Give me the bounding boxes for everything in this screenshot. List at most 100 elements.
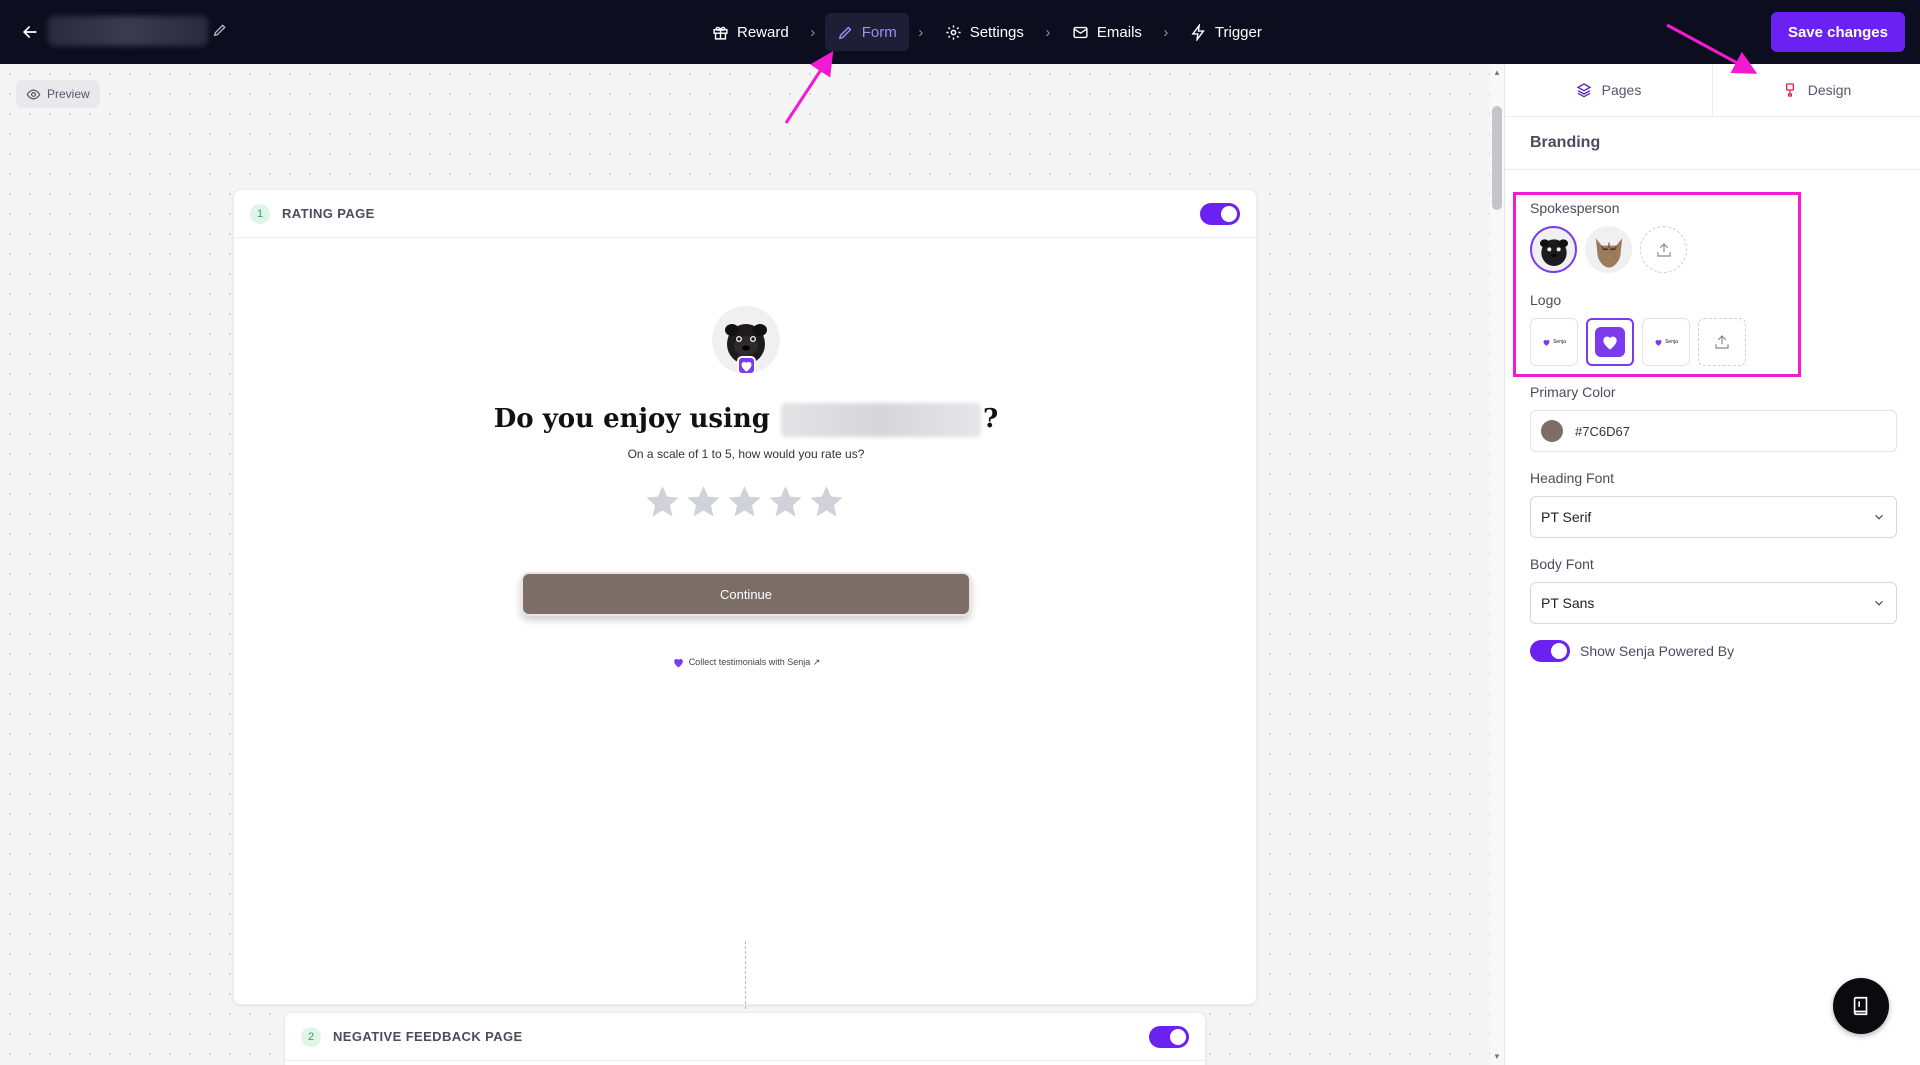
upload-logo-button[interactable]	[1698, 318, 1746, 366]
heading-font-select[interactable]: PT Serif	[1530, 496, 1897, 538]
collect-testimonials-link[interactable]: Collect testimonials with Senja ↗	[234, 656, 1258, 669]
step-form[interactable]: Form	[824, 13, 909, 51]
tab-design[interactable]: Design	[1712, 64, 1920, 116]
mail-icon	[1073, 26, 1088, 38]
collect-label: Collect testimonials with Senja ↗	[688, 657, 821, 667]
heart-logo-icon	[1595, 327, 1625, 357]
chevron-down-icon	[1875, 514, 1883, 520]
gear-icon	[946, 24, 961, 40]
star-icon-1[interactable]	[644, 483, 681, 520]
logo-option-2[interactable]	[1586, 318, 1634, 366]
spokesperson-cat[interactable]	[1585, 226, 1632, 273]
spokesperson-avatar	[712, 306, 780, 375]
design-panel: Pages Design Branding Spokesperson Logo …	[1504, 64, 1920, 1065]
chevron-right-icon: ›	[918, 23, 924, 41]
star-icon-2[interactable]	[685, 483, 722, 520]
step-settings-label: Settings	[969, 23, 1024, 41]
step-trigger[interactable]: Trigger	[1178, 13, 1274, 51]
spokesperson-label: Spokesperson	[1530, 200, 1620, 216]
bolt-icon	[1191, 23, 1205, 41]
logo-option-1[interactable]: Senja	[1530, 318, 1578, 366]
logo-options: Senja Senja	[1530, 318, 1746, 366]
body-font-label: Body Font	[1530, 556, 1594, 572]
body-font-select[interactable]: PT Sans	[1530, 582, 1897, 624]
step-form-label: Form	[861, 23, 897, 41]
primary-color-input[interactable]: #7C6D67	[1530, 410, 1897, 452]
preview-button[interactable]: Preview	[16, 80, 100, 108]
powered-by-toggle[interactable]	[1530, 640, 1570, 662]
preview-label: Preview	[47, 87, 90, 101]
scroll-up-arrow-icon[interactable]: ▲	[1492, 68, 1502, 78]
scroll-down-arrow-icon[interactable]: ▼	[1492, 1052, 1502, 1062]
chevron-right-icon: ›	[1163, 23, 1169, 41]
star-icon-3[interactable]	[726, 483, 763, 520]
step-navigation: Reward › Form › Settings › Emails › Trig…	[700, 13, 1274, 51]
pug-avatar-icon	[1539, 238, 1568, 266]
form-title-redacted[interactable]	[48, 16, 208, 46]
canvas-scrollbar[interactable]	[1490, 64, 1504, 1065]
page-number-badge: 1	[250, 203, 270, 224]
help-book-button[interactable]	[1833, 978, 1889, 1034]
logo-option-3[interactable]: Senja	[1642, 318, 1690, 366]
rating-page-toggle[interactable]	[1200, 202, 1240, 225]
chevron-down-icon	[1875, 600, 1883, 606]
rating-question: Do you enjoy using ?	[234, 403, 1258, 437]
step-reward-label: Reward	[737, 23, 789, 41]
heading-font-label: Heading Font	[1530, 470, 1615, 486]
powered-by-label: Show Senja Powered By	[1580, 643, 1735, 659]
body-font-value: PT Sans	[1541, 595, 1595, 611]
page-title: NEGATIVE FEEDBACK PAGE	[333, 1029, 523, 1044]
primary-color-label: Primary Color	[1530, 384, 1616, 400]
page-title: RATING PAGE	[282, 206, 375, 221]
chevron-right-icon: ›	[1045, 23, 1051, 41]
rating-subtitle: On a scale of 1 to 5, how would you rate…	[627, 447, 865, 461]
heart-icon	[1543, 339, 1550, 346]
upload-spokesperson-button[interactable]	[1640, 226, 1687, 273]
negative-feedback-toggle[interactable]	[1149, 1025, 1189, 1048]
step-emails[interactable]: Emails	[1060, 13, 1154, 51]
product-name-redacted	[781, 403, 982, 437]
save-changes-button[interactable]: Save changes	[1770, 12, 1905, 52]
tab-pages-label: Pages	[1601, 82, 1642, 98]
heading-font-value: PT Serif	[1541, 509, 1592, 525]
eye-icon	[26, 88, 41, 100]
color-swatch[interactable]	[1541, 420, 1563, 442]
top-bar: Reward › Form › Settings › Emails › Trig…	[0, 0, 1920, 64]
brush-icon	[1785, 83, 1794, 97]
negative-feedback-header: 2 NEGATIVE FEEDBACK PAGE	[285, 1013, 1205, 1061]
chevron-right-icon: ›	[810, 23, 816, 41]
branding-heading: Branding	[1505, 117, 1920, 170]
heart-icon	[1655, 339, 1662, 346]
book-icon	[1853, 996, 1868, 1016]
back-arrow-icon[interactable]	[18, 20, 42, 44]
star-icon-4[interactable]	[767, 483, 804, 520]
logo-label: Logo	[1530, 292, 1562, 308]
scrollbar-thumb[interactable]	[1492, 106, 1502, 210]
step-reward[interactable]: Reward	[700, 13, 801, 51]
star-icon-5[interactable]	[808, 483, 845, 520]
spokesperson-pug[interactable]	[1530, 226, 1577, 273]
question-end: ?	[983, 404, 999, 434]
tab-pages[interactable]: Pages	[1505, 64, 1712, 116]
primary-color-value: #7C6D67	[1575, 423, 1630, 439]
rating-page-header: 1 RATING PAGE	[234, 190, 1256, 238]
logo-wordmark: Senja	[1665, 339, 1678, 345]
upload-icon	[1715, 335, 1729, 349]
page-connector-line	[745, 941, 746, 1009]
edit-title-icon[interactable]	[212, 22, 230, 40]
page-number-badge: 2	[301, 1026, 321, 1047]
gift-icon	[713, 26, 728, 40]
step-settings[interactable]: Settings	[933, 13, 1036, 51]
cat-avatar-icon	[1595, 237, 1622, 268]
negative-feedback-page-card[interactable]: 2 NEGATIVE FEEDBACK PAGE	[284, 1012, 1206, 1065]
spokesperson-options	[1530, 226, 1687, 273]
tab-design-label: Design	[1807, 82, 1852, 98]
rating-page-card[interactable]: 1 RATING PAGE Do you enjoy using ? On a …	[233, 189, 1257, 1005]
continue-button[interactable]: Continue	[521, 572, 971, 616]
pencil-icon	[838, 26, 852, 39]
form-canvas: Preview 1 RATING PAGE Do you enjoy using…	[0, 64, 1490, 1065]
star-rating	[644, 483, 845, 520]
panel-tabs: Pages Design	[1505, 64, 1920, 117]
logo-wordmark: Senja	[1553, 339, 1566, 345]
step-trigger-label: Trigger	[1214, 23, 1262, 41]
